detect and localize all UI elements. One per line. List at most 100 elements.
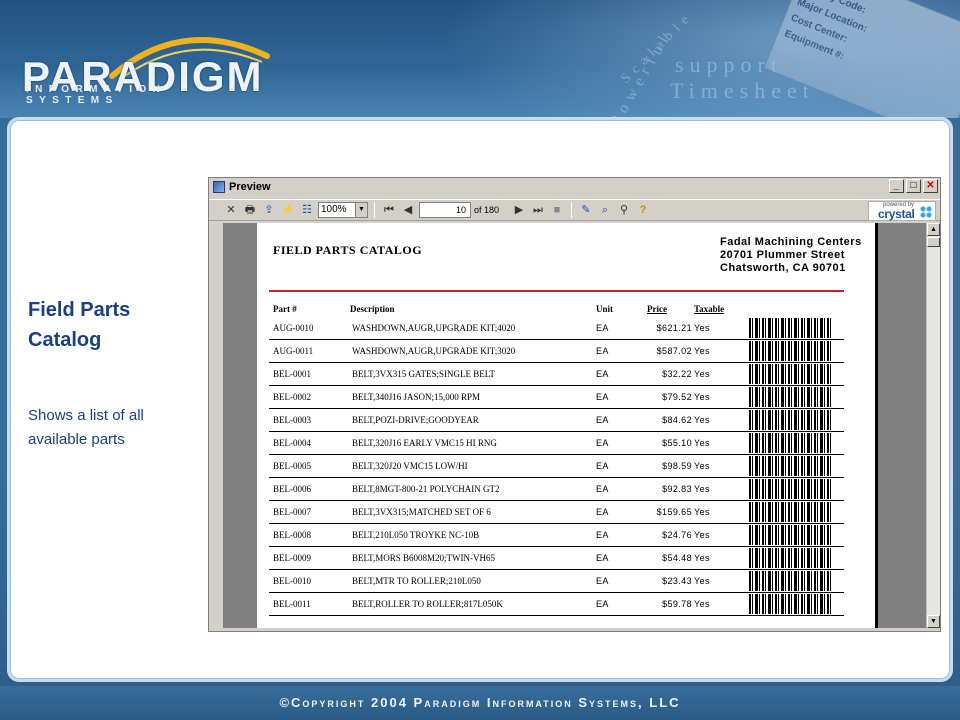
- part-cell: BEL-0010: [273, 576, 311, 586]
- report-page: FIELD PARTS CATALOG Fadal Machining Cent…: [257, 223, 878, 628]
- part-cell: BEL-0004: [273, 438, 311, 448]
- zoom-page-icon[interactable]: ⌕: [597, 202, 613, 218]
- unit-cell: EA: [596, 599, 609, 609]
- part-cell: BEL-0003: [273, 415, 311, 425]
- header-taxable: Taxable: [694, 304, 725, 314]
- first-page-icon[interactable]: ⏮: [381, 202, 397, 218]
- taxable-cell: Yes: [694, 369, 710, 379]
- vertical-scrollbar[interactable]: ▲ ▼: [926, 223, 940, 628]
- minimize-button[interactable]: _: [889, 179, 904, 193]
- window-titlebar[interactable]: Preview _ □ ✕: [209, 178, 940, 196]
- app-icon: [213, 181, 225, 193]
- binoculars-icon[interactable]: ⚲: [616, 202, 632, 218]
- description-cell: BELT,3VX315 GATES;SINGLE BELT: [352, 369, 495, 379]
- table-row: BEL-0005 BELT,320J20 VMC15 LOW/HI EA $98.59…: [269, 455, 844, 478]
- crystal-dots-icon: [920, 206, 932, 218]
- description-cell: BELT,210L050 TROYKE NC-10B: [352, 530, 480, 540]
- price-cell: $92.83: [662, 484, 692, 494]
- description-cell: BELT,8MGT-800-21 POLYCHAIN GT2: [352, 484, 500, 494]
- section-title: Field Parts Catalog: [28, 299, 131, 351]
- taxable-cell: Yes: [694, 415, 710, 425]
- window-title: Preview: [229, 181, 271, 193]
- taxable-cell: Yes: [694, 461, 710, 471]
- description-cell: BELT,340J16 JASON;15,000 RPM: [352, 392, 481, 402]
- unit-cell: EA: [596, 530, 609, 540]
- export-icon[interactable]: ⇪: [261, 202, 277, 218]
- part-cell: BEL-0006: [273, 484, 311, 494]
- scroll-thumb[interactable]: [927, 237, 940, 247]
- last-page-icon[interactable]: ⏭: [530, 202, 546, 218]
- scroll-up-icon[interactable]: ▲: [927, 223, 940, 236]
- cancel-icon[interactable]: ✕: [223, 202, 239, 218]
- part-cell: AUG-0011: [273, 346, 314, 356]
- group-tree-icon[interactable]: ☷: [299, 202, 315, 218]
- unit-cell: EA: [596, 415, 609, 425]
- table-row: BEL-0010 BELT,MTR TO ROLLER;210L050 EA $23.…: [269, 570, 844, 593]
- scroll-down-icon[interactable]: ▼: [927, 615, 940, 628]
- preview-window: Preview _ □ ✕ ✕ 🖶 ⇪ ⚡ ☷ 100% ▼ ⏮ ◀ 10 of…: [208, 177, 941, 632]
- refresh-icon[interactable]: ⚡: [280, 202, 296, 218]
- price-cell: $159.65: [656, 507, 692, 517]
- description-cell: BELT,3VX315;MATCHED SET OF 6: [352, 507, 491, 517]
- previous-page-icon[interactable]: ◀: [400, 202, 416, 218]
- price-cell: $23.43: [662, 576, 692, 586]
- table-row: BEL-0006 BELT,8MGT-800-21 POLYCHAIN GT2 EA…: [269, 478, 844, 501]
- report-title: FIELD PARTS CATALOG: [273, 243, 423, 257]
- description-cell: BELT,320J16 EARLY VMC15 HI RNG: [352, 438, 497, 448]
- slide: Powerful Scalable support Timesheet Even…: [0, 0, 960, 720]
- part-cell: BEL-0001: [273, 369, 311, 379]
- barcode-image: [749, 571, 833, 591]
- barcode-image: [749, 387, 833, 407]
- barcode-image: [749, 502, 833, 522]
- page-number-input[interactable]: 10: [419, 202, 471, 218]
- part-cell: BEL-0009: [273, 553, 311, 563]
- barcode-image: [749, 525, 833, 545]
- unit-cell: EA: [596, 346, 609, 356]
- footer-bar: ©Copyright 2004 Paradigm Information Sys…: [0, 686, 960, 720]
- stop-icon[interactable]: ■: [549, 202, 565, 218]
- unit-cell: EA: [596, 461, 609, 471]
- help-icon[interactable]: ?: [635, 202, 651, 218]
- report-viewport[interactable]: FIELD PARTS CATALOG Fadal Machining Cent…: [223, 223, 926, 628]
- crystal-brand: crystal: [878, 207, 915, 221]
- next-page-icon[interactable]: ▶: [511, 202, 527, 218]
- logo-subtitle: INFORMATION SYSTEMS: [26, 84, 167, 106]
- crystal-logo: powered by crystal: [868, 201, 936, 221]
- toolbar-separator: [571, 202, 572, 218]
- taxable-cell: Yes: [694, 484, 710, 494]
- company-name: Fadal Machining Centers: [720, 236, 862, 248]
- table-row: AUG-0011 WASHDOWN,AUGR,UPGRADE KIT;3020 EA…: [269, 340, 844, 363]
- paradigm-logo: PARADIGM INFORMATION SYSTEMS: [22, 26, 270, 106]
- price-cell: $587.02: [656, 346, 692, 356]
- chevron-down-icon[interactable]: ▼: [355, 203, 367, 217]
- search-text-icon[interactable]: ✎: [578, 202, 594, 218]
- barcode-image: [749, 341, 833, 361]
- page-total-label: of 180: [474, 205, 500, 215]
- taxable-cell: Yes: [694, 507, 710, 517]
- header-price: Price: [647, 304, 667, 314]
- taxable-cell: Yes: [694, 392, 710, 402]
- table-row: BEL-0007 BELT,3VX315;MATCHED SET OF 6 EA $1…: [269, 501, 844, 524]
- taxable-cell: Yes: [694, 599, 710, 609]
- unit-cell: EA: [596, 484, 609, 494]
- part-cell: AUG-0010: [273, 323, 314, 333]
- table-row: BEL-0008 BELT,210L050 TROYKE NC-10B EA $24.…: [269, 524, 844, 547]
- header-description: Description: [350, 304, 395, 314]
- taxable-cell: Yes: [694, 323, 710, 333]
- unit-cell: EA: [596, 576, 609, 586]
- taxable-cell: Yes: [694, 346, 710, 356]
- description-cell: WASHDOWN,AUGR,UPGRADE KIT;3020: [352, 346, 516, 356]
- price-cell: $621.21: [656, 323, 692, 333]
- price-cell: $32.22: [662, 369, 692, 379]
- maximize-button[interactable]: □: [906, 179, 921, 193]
- price-cell: $59.78: [662, 599, 692, 609]
- zoom-select[interactable]: 100% ▼: [318, 202, 368, 218]
- description-cell: BELT,ROLLER TO ROLLER;817L050K: [352, 599, 503, 609]
- company-city: Chatsworth, CA 90701: [720, 262, 846, 274]
- company-address: Fadal Machining Centers 20701 Plummer St…: [720, 236, 862, 275]
- close-button[interactable]: ✕: [923, 179, 938, 193]
- zoom-value: 100%: [321, 204, 347, 215]
- table-row: BEL-0002 BELT,340J16 JASON;15,000 RPM EA $7…: [269, 386, 844, 409]
- table-row: BEL-0009 BELT,MORS B6008M20;TWIN-VH65 EA $5…: [269, 547, 844, 570]
- print-icon[interactable]: 🖶: [242, 202, 258, 218]
